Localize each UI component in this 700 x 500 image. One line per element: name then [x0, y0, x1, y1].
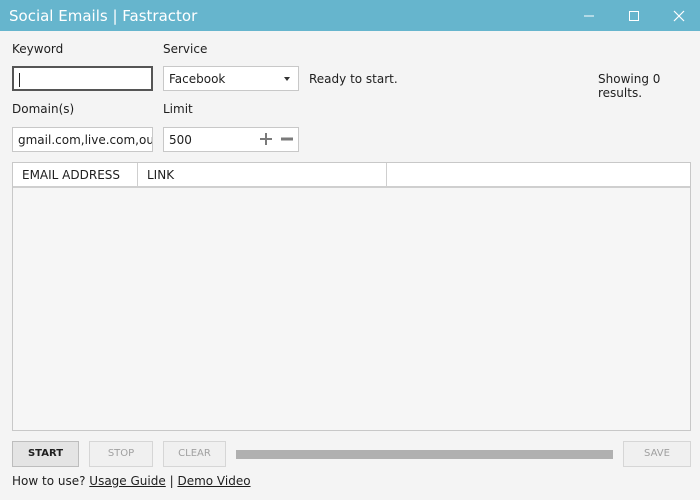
footer-help: How to use? Usage Guide | Demo Video [12, 474, 251, 488]
minimize-button[interactable] [574, 0, 604, 31]
decrement-button[interactable] [279, 131, 295, 147]
stop-button[interactable]: STOP [89, 441, 153, 467]
keyword-input[interactable] [12, 66, 153, 91]
minimize-icon [584, 15, 594, 17]
minus-icon [281, 137, 293, 141]
window-title: Social Emails | Fastractor [9, 7, 198, 25]
limit-value: 500 [169, 133, 192, 147]
domains-input[interactable]: gmail.com,live.com,outlook [12, 127, 153, 152]
domains-label: Domain(s) [12, 102, 75, 116]
status-text: Ready to start. [309, 72, 398, 86]
demo-video-link[interactable]: Demo Video [177, 474, 250, 488]
usage-guide-link[interactable]: Usage Guide [89, 474, 165, 488]
service-selected-value: Facebook [169, 72, 226, 86]
dropdown-arrow-icon [284, 77, 290, 81]
column-header-email[interactable]: EMAIL ADDRESS [13, 163, 138, 186]
increment-button[interactable] [258, 131, 274, 147]
table-header: EMAIL ADDRESS LINK [13, 163, 690, 188]
progress-bar [236, 450, 613, 459]
text-caret [19, 73, 20, 87]
start-button[interactable]: START [12, 441, 79, 467]
maximize-button[interactable] [619, 0, 649, 31]
limit-label: Limit [163, 102, 193, 116]
results-count: Showing 0 results. [598, 72, 661, 100]
results-table[interactable]: EMAIL ADDRESS LINK [12, 162, 691, 431]
service-label: Service [163, 42, 208, 56]
domains-value: gmail.com,live.com,outlook [18, 133, 152, 147]
column-header-link[interactable]: LINK [138, 163, 387, 186]
footer-separator: | [169, 474, 174, 488]
title-bar: Social Emails | Fastractor [0, 0, 700, 31]
help-prefix: How to use? [12, 474, 86, 488]
clear-button[interactable]: CLEAR [163, 441, 226, 467]
close-button[interactable] [664, 0, 694, 31]
keyword-label: Keyword [12, 42, 64, 56]
plus-icon [260, 133, 272, 145]
maximize-icon [629, 11, 639, 21]
table-body [13, 188, 690, 430]
save-button[interactable]: SAVE [623, 441, 691, 467]
service-select[interactable]: Facebook [163, 66, 299, 91]
column-header-empty[interactable] [387, 163, 690, 186]
close-icon [673, 10, 685, 22]
